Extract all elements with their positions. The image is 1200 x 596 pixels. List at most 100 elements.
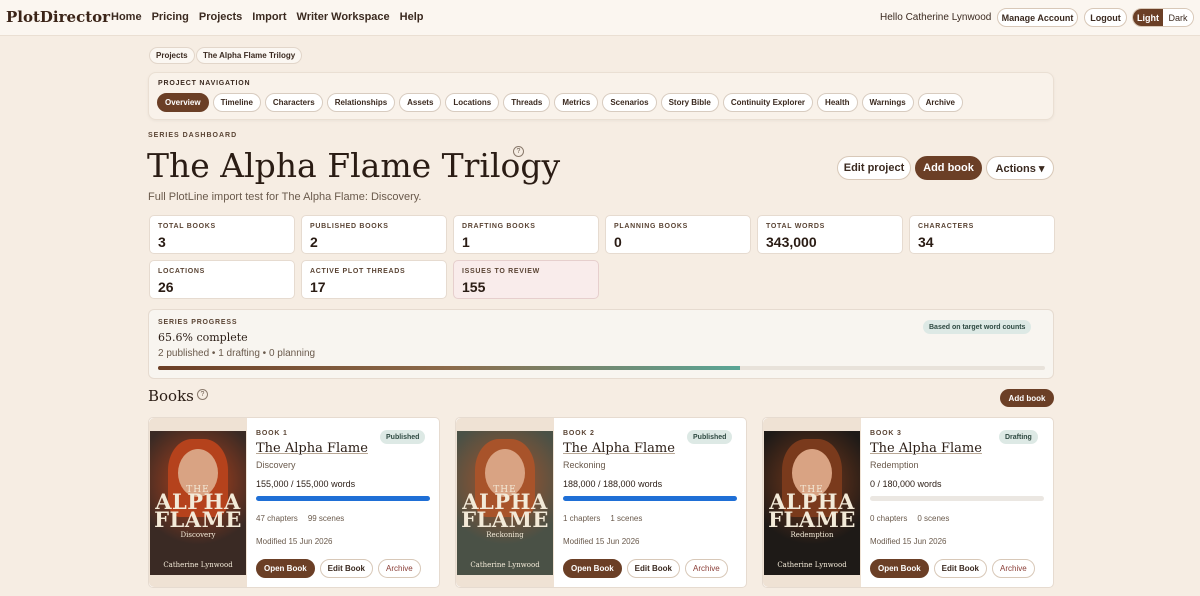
theme-toggle[interactable]: Light Dark <box>1132 8 1194 27</box>
tab-continuity-explorer[interactable]: Continuity Explorer <box>722 93 814 112</box>
stat-issues-to-review[interactable]: ISSUES TO REVIEW 155 <box>453 260 599 299</box>
breadcrumb-current[interactable]: The Alpha Flame Trilogy <box>196 47 303 64</box>
nav-projects[interactable]: Projects <box>199 11 242 23</box>
book-word-count: 155,000 / 155,000 words <box>256 479 356 489</box>
tab-health[interactable]: Health <box>817 93 858 112</box>
title-help-icon[interactable]: ? <box>513 146 524 157</box>
book-progress-fill <box>563 496 737 501</box>
book-subtitle: Discovery <box>256 460 296 470</box>
nav-home[interactable]: Home <box>111 11 142 23</box>
book-status-badge: Published <box>380 430 426 444</box>
tab-metrics[interactable]: Metrics <box>554 93 599 112</box>
tab-relationships[interactable]: Relationships <box>326 93 396 112</box>
tab-locations[interactable]: Locations <box>445 93 500 112</box>
book-progress-bar <box>870 496 1044 501</box>
stat-drafting-books: DRAFTING BOOKS 1 <box>453 215 599 254</box>
tab-archive[interactable]: Archive <box>917 93 964 112</box>
edit-book-button[interactable]: Edit Book <box>319 559 374 578</box>
nav-import[interactable]: Import <box>252 11 286 23</box>
page-title: The Alpha Flame Trilogy <box>147 146 561 185</box>
book-cover-image[interactable]: THE ALPHA FLAME Redemption Catherine Lyn… <box>764 431 860 575</box>
book-actions: Open Book Edit Book Archive <box>256 559 421 578</box>
stat-value: 3 <box>158 234 166 250</box>
add-book-button[interactable]: Add book <box>915 156 982 180</box>
book-number: BOOK 1 <box>256 430 288 437</box>
open-book-button[interactable]: Open Book <box>870 559 929 578</box>
book-title[interactable]: The Alpha Flame <box>256 441 368 456</box>
stat-label: PLANNING BOOKS <box>614 223 688 230</box>
stat-value: 17 <box>310 279 326 295</box>
actions-dropdown-button[interactable]: Actions ▾ <box>986 156 1054 180</box>
stat-value: 343,000 <box>766 234 817 250</box>
book-title[interactable]: The Alpha Flame <box>563 441 675 456</box>
book-title[interactable]: The Alpha Flame <box>870 441 982 456</box>
archive-book-button[interactable]: Archive <box>992 559 1035 578</box>
edit-book-button[interactable]: Edit Book <box>626 559 681 578</box>
book-cover-image[interactable]: THE ALPHA FLAME Discovery Catherine Lynw… <box>150 431 246 575</box>
progress-label: SERIES PROGRESS <box>158 319 238 326</box>
cover-text-title: ALPHA FLAME <box>461 489 549 532</box>
book-meta: 47 chapters 99 scenes <box>256 514 344 523</box>
stat-label: DRAFTING BOOKS <box>462 223 536 230</box>
stat-label: LOCATIONS <box>158 268 206 275</box>
stat-value: 34 <box>918 234 934 250</box>
nav-help[interactable]: Help <box>400 11 424 23</box>
tab-characters[interactable]: Characters <box>264 93 323 112</box>
dashboard-eyebrow: SERIES DASHBOARD <box>148 132 238 139</box>
tab-overview[interactable]: Overview <box>157 93 209 112</box>
app-logo[interactable]: PlotDirector <box>6 8 110 26</box>
open-book-button[interactable]: Open Book <box>563 559 622 578</box>
nav-writer-workspace[interactable]: Writer Workspace <box>297 11 390 23</box>
stat-planning-books: PLANNING BOOKS 0 <box>605 215 751 254</box>
cover-text-subtitle: Reckoning <box>486 531 524 539</box>
stat-value: 0 <box>614 234 622 250</box>
open-book-button[interactable]: Open Book <box>256 559 315 578</box>
progress-summary: 2 published • 1 drafting • 0 planning <box>158 348 316 359</box>
edit-project-button[interactable]: Edit project <box>837 156 911 180</box>
nav-pricing[interactable]: Pricing <box>152 11 189 23</box>
cover-text-author: Catherine Lynwood <box>470 561 540 569</box>
books-help-icon[interactable]: ? <box>197 389 208 400</box>
book-subtitle: Redemption <box>870 460 919 470</box>
edit-book-button[interactable]: Edit Book <box>933 559 988 578</box>
book-number: BOOK 3 <box>870 430 902 437</box>
book-progress-bar <box>256 496 430 501</box>
progress-basis-badge: Based on target word counts <box>923 320 1032 334</box>
project-nav-label: PROJECT NAVIGATION <box>158 80 251 87</box>
tab-assets[interactable]: Assets <box>399 93 442 112</box>
stat-value: 2 <box>310 234 318 250</box>
book-card: THE ALPHA FLAME Reckoning Catherine Lynw… <box>455 417 747 588</box>
archive-book-button[interactable]: Archive <box>685 559 728 578</box>
stat-label: ISSUES TO REVIEW <box>462 268 540 275</box>
top-bar: PlotDirector Home Pricing Projects Impor… <box>0 0 1200 36</box>
progress-percent: 65.6% complete <box>158 331 248 344</box>
cover-text-subtitle: Redemption <box>790 531 834 539</box>
books-add-book-button[interactable]: Add book <box>1000 389 1054 407</box>
stat-value: 155 <box>462 279 486 295</box>
breadcrumb-projects[interactable]: Projects <box>149 47 195 64</box>
tab-timeline[interactable]: Timeline <box>212 93 261 112</box>
book-card: THE ALPHA FLAME Redemption Catherine Lyn… <box>762 417 1054 588</box>
book-actions: Open Book Edit Book Archive <box>870 559 1035 578</box>
book-meta: 1 chapters 1 scenes <box>563 514 642 523</box>
manage-account-button[interactable]: Manage Account <box>997 8 1078 27</box>
stat-characters: CHARACTERS 34 <box>909 215 1055 254</box>
tab-scenarios[interactable]: Scenarios <box>602 93 657 112</box>
tab-story-bible[interactable]: Story Bible <box>660 93 719 112</box>
cover-text-author: Catherine Lynwood <box>163 561 233 569</box>
book-card: THE ALPHA FLAME Discovery Catherine Lynw… <box>148 417 440 588</box>
stat-label: CHARACTERS <box>918 223 974 230</box>
cover-text-author: Catherine Lynwood <box>777 561 847 569</box>
tab-warnings[interactable]: Warnings <box>861 93 914 112</box>
theme-dark-option[interactable]: Dark <box>1163 9 1193 26</box>
books-heading: Books <box>148 387 194 405</box>
logout-button[interactable]: Logout <box>1084 8 1127 27</box>
cover-text-title: ALPHA FLAME <box>768 489 856 532</box>
stat-value: 1 <box>462 234 470 250</box>
theme-light-option[interactable]: Light <box>1133 9 1163 26</box>
book-status-badge: Published <box>687 430 733 444</box>
archive-book-button[interactable]: Archive <box>378 559 421 578</box>
book-cover-image[interactable]: THE ALPHA FLAME Reckoning Catherine Lynw… <box>457 431 553 575</box>
stat-value: 26 <box>158 279 174 295</box>
tab-threads[interactable]: Threads <box>503 93 551 112</box>
